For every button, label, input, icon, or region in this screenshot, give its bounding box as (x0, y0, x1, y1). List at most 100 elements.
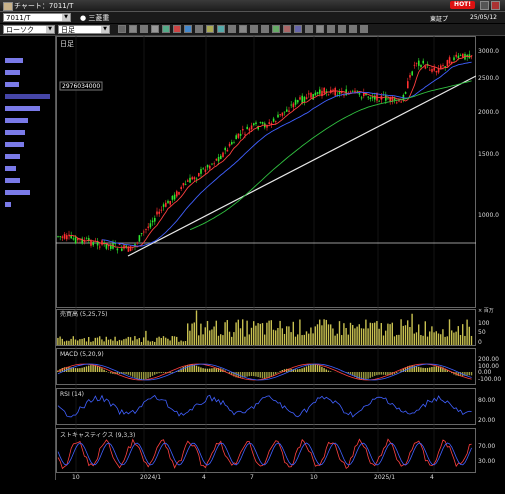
toolbar-button-3[interactable] (140, 25, 148, 33)
macd-histogram-bar (81, 367, 83, 372)
volume-bar (396, 334, 398, 345)
candle-body (308, 93, 310, 95)
volume-bar (261, 323, 264, 345)
volume-bar (233, 332, 235, 345)
candle-body (162, 204, 165, 207)
toolbar-button-1[interactable] (118, 25, 126, 33)
candle-body (110, 245, 112, 249)
toolbar-button-23[interactable] (360, 25, 368, 33)
toolbar-button-11[interactable] (228, 25, 236, 33)
macd-histogram-bar (420, 367, 422, 372)
volume-bar (367, 328, 369, 345)
minimize-button[interactable] (480, 1, 489, 10)
x-tick-label: 2024/1 (140, 474, 161, 481)
volume-bar (299, 319, 301, 345)
candle-body (314, 92, 317, 96)
candle-body (143, 231, 145, 233)
toolbar-button-12[interactable] (239, 25, 247, 33)
volume-bar (314, 326, 316, 345)
volume-bar (270, 320, 272, 345)
toolbar-button-9[interactable] (206, 25, 214, 33)
toolbar-button-2[interactable] (129, 25, 137, 33)
toolbar-button-17[interactable] (294, 25, 302, 33)
candle-body (209, 165, 211, 169)
volume-bar (409, 327, 411, 345)
close-button[interactable] (491, 1, 500, 10)
toolbar-button-8[interactable] (195, 25, 203, 33)
toolbar-button-4[interactable] (151, 25, 159, 33)
hot-badge[interactable]: HOT! (450, 1, 475, 9)
chevron-down-icon[interactable]: ▼ (101, 26, 109, 33)
toolbar-button-6[interactable] (173, 25, 181, 33)
toolbar-button-22[interactable] (349, 25, 357, 33)
volume-bar (116, 341, 118, 345)
candle-body (202, 168, 204, 170)
volume-bar (107, 339, 110, 345)
volume-bar (382, 335, 385, 345)
toolbar-button-10[interactable] (217, 25, 225, 33)
volume-bar (253, 321, 255, 345)
period-select[interactable]: 日足 ▼ (58, 25, 110, 34)
volume-profile-bar (5, 166, 16, 171)
candle-body (167, 200, 169, 204)
toolbar-button-18[interactable] (305, 25, 313, 33)
toolbar-button-21[interactable] (338, 25, 346, 33)
macd-histogram-bar (213, 367, 215, 372)
toolbar-button-15[interactable] (272, 25, 280, 33)
price-tick-label: 1500.0 (478, 151, 499, 158)
toolbar-button-19[interactable] (316, 25, 324, 33)
toolbar-button-13[interactable] (250, 25, 258, 33)
volume-bar (140, 341, 143, 345)
macd-histogram-bar (415, 366, 418, 372)
chevron-down-icon[interactable]: ▼ (62, 14, 70, 21)
volume-bar (294, 336, 297, 345)
macd-histogram-bar (294, 369, 297, 372)
candle-body (462, 53, 464, 58)
candle-body (429, 69, 431, 71)
macd-histogram-bar (466, 372, 468, 376)
candle-body (63, 234, 66, 239)
volume-bar (435, 331, 437, 345)
code-combo[interactable]: 7011/T ▼ (3, 13, 71, 22)
toolbar-button-16[interactable] (283, 25, 291, 33)
candle-body (156, 211, 158, 215)
toolbar-button-7[interactable] (184, 25, 192, 33)
volume-bar (187, 323, 189, 345)
macd-histogram-bar (374, 372, 376, 376)
panel-tick-label: 0 (478, 339, 482, 346)
candle-body (268, 122, 270, 124)
chart-area[interactable]: 日足 2976034000 売買高 (5,25,75) MACD (5,20,9… (56, 36, 477, 481)
candle-body (281, 112, 284, 116)
macd-histogram-bar (255, 372, 257, 377)
macd-histogram-bar (259, 372, 261, 378)
volume-bar (297, 334, 299, 345)
volume-bar (90, 341, 92, 345)
candle-body (244, 133, 246, 135)
chart-canvas[interactable]: 日足 2976034000 売買高 (5,25,75) MACD (5,20,9… (56, 36, 477, 481)
volume-bar (387, 323, 389, 345)
macd-histogram-bar (162, 372, 165, 373)
volume-bar (123, 339, 125, 345)
candle-body (275, 121, 277, 123)
toolbar-button-20[interactable] (327, 25, 335, 33)
candle-body (145, 228, 147, 230)
macd-histogram-bar (165, 372, 167, 374)
macd-histogram-bar (160, 372, 162, 373)
volume-bar (149, 341, 151, 345)
macd-histogram-bar (385, 372, 387, 375)
macd-histogram-bar (279, 371, 281, 372)
toolbar-button-5[interactable] (162, 25, 170, 33)
candle-body (286, 109, 288, 112)
price-axis[interactable]: 3000.0 2500.0 2000.0 1500.0 1000.0 100 50 0 200.… (476, 36, 505, 481)
volume-bar (354, 328, 356, 345)
chevron-down-icon[interactable]: ▼ (46, 26, 54, 33)
volume-bar (266, 322, 268, 345)
volume-bar (239, 328, 242, 345)
stoch-panel-label: ストキャスティクス (9,3,3) (60, 432, 135, 439)
chart-type-select[interactable]: ローソク ▼ (3, 25, 55, 34)
toolbar-button-14[interactable] (261, 25, 269, 33)
volume-profile-bar (5, 190, 30, 195)
candle-body (415, 62, 418, 64)
candle-body (154, 217, 156, 222)
volume-bar (415, 332, 418, 345)
